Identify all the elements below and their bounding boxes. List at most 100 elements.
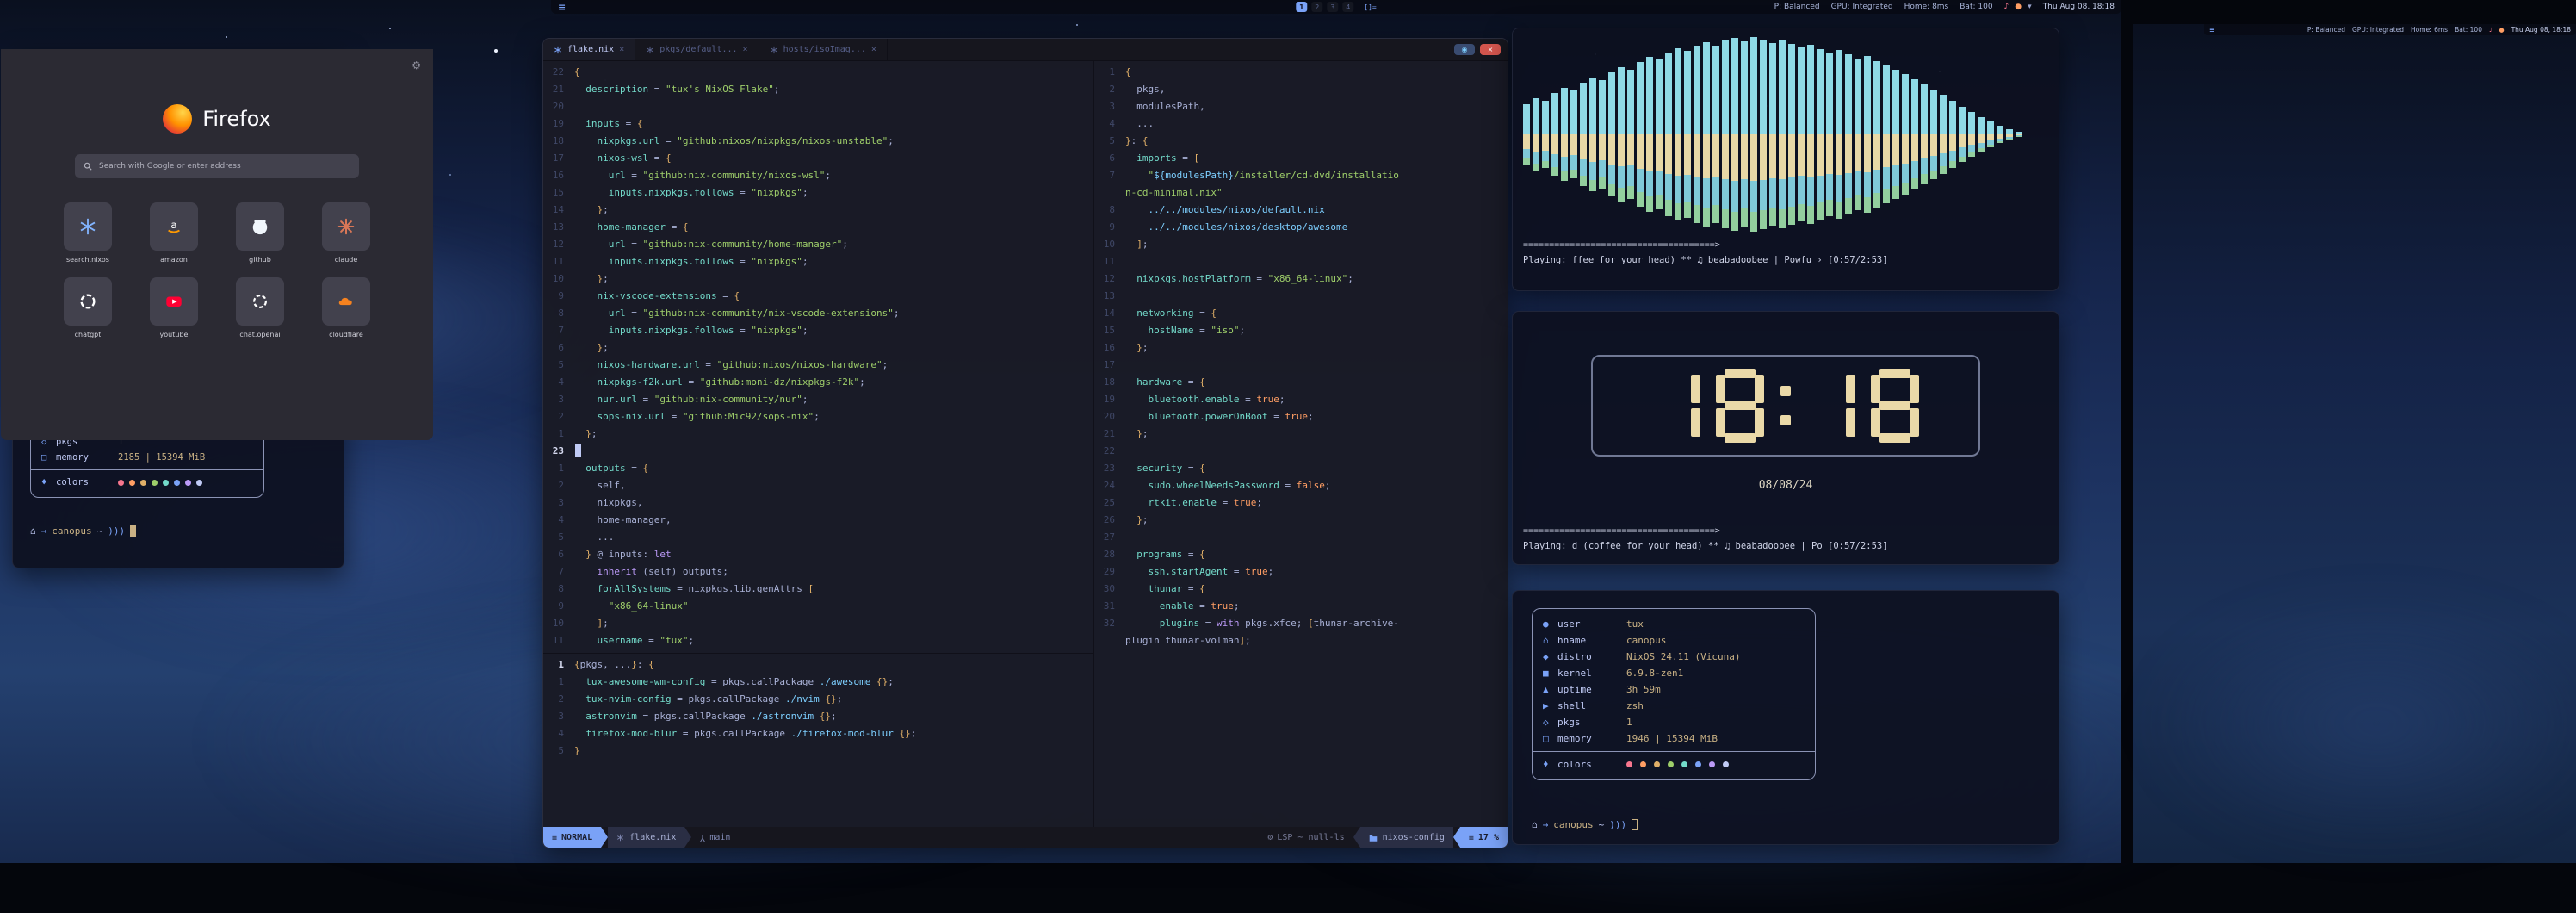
cava-bar <box>1817 49 1824 220</box>
line-number: 14 <box>543 202 574 219</box>
workspace-button-1[interactable]: 1 <box>1296 2 1307 12</box>
tab-close-icon[interactable]: × <box>871 45 876 54</box>
line-number: 13 <box>543 219 574 236</box>
cava-bar <box>1551 93 1558 176</box>
code-line: 8 url = "github:nix-community/nix-vscode… <box>543 305 1093 322</box>
shortcut-claude[interactable]: claude <box>303 202 389 264</box>
menu-icon[interactable]: ≡ <box>2209 26 2214 34</box>
editor-pane-flake[interactable]: 22{21 description = "tux's NixOS Flake";… <box>543 61 1093 653</box>
code-line: 1{pkgs, ...}: { <box>543 656 1093 674</box>
cava-bar <box>1580 83 1587 186</box>
mode-icon: ≡ <box>552 833 557 842</box>
line-number: 16 <box>1094 339 1125 357</box>
shortcut-search-nixos[interactable]: search.nixos <box>45 202 131 264</box>
fetch-value: 2185 | 15394 MiB <box>118 452 205 463</box>
shortcut-github[interactable]: github <box>217 202 303 264</box>
tab-flake-nix[interactable]: flake.nix × <box>543 39 635 60</box>
network-module: Home: 6ms <box>2411 26 2448 34</box>
line-number: 18 <box>543 133 574 150</box>
media-icon[interactable]: ♪ <box>2004 3 2009 11</box>
tab-close-icon[interactable]: × <box>619 45 624 54</box>
menu-icon[interactable]: ≡ <box>558 2 566 13</box>
layout-indicator[interactable]: []= <box>1364 3 1376 11</box>
tray-expand-icon[interactable]: ▾ <box>2028 3 2032 11</box>
fetch-colors-row: ♦colors <box>41 475 253 490</box>
line-number: 23 <box>1094 460 1125 477</box>
line-number: 19 <box>1094 391 1125 408</box>
workspace-button-4[interactable]: 4 <box>1342 2 1353 12</box>
shortcut-amazon[interactable]: a amazon <box>131 202 217 264</box>
editor-window[interactable]: flake.nix × pkgs/default... × hosts/isoI… <box>542 38 1508 848</box>
track-progress: =====================================> <box>1523 526 2048 536</box>
palette-dot <box>1626 761 1632 767</box>
workspace-button-3[interactable]: 3 <box>1327 2 1338 12</box>
prompt-path: ~ <box>97 525 103 537</box>
workspace-button-2[interactable]: 2 <box>1311 2 1322 12</box>
cava-bar <box>1694 46 1700 223</box>
shell-prompt[interactable]: ⌂→canopus~))) <box>1532 819 1638 830</box>
media-icon[interactable]: ♪ <box>2489 27 2492 34</box>
fetch-value: 1946 | 15394 MiB <box>1626 733 1718 744</box>
power-profile-module: P: Balanced <box>2307 26 2345 34</box>
palette-dot <box>140 480 146 486</box>
fetch-terminal-window[interactable]: ●usertux⌂hnamecanopus◆distroNixOS 24.11 … <box>1512 590 2059 845</box>
fetch-box: ●usertux⌂hnamecanopus◆distroNixOS 24.11 … <box>1532 608 1816 780</box>
chatgpt-icon <box>78 292 97 311</box>
code-line: 24 sudo.wheelNeedsPassword = false; <box>1094 477 1508 494</box>
tab-pkgs-default[interactable]: pkgs/default... × <box>635 39 759 60</box>
line-number: 6 <box>543 339 574 357</box>
clock-window[interactable]: 08/08/24 ===============================… <box>1512 311 2059 565</box>
cursor <box>575 444 581 456</box>
battery-module: Bat: 100 <box>2455 26 2482 34</box>
fetch-label: shell <box>1557 700 1626 711</box>
code-line: 2 pkgs, <box>1094 81 1508 98</box>
line-number: 20 <box>1094 408 1125 425</box>
cava-bar <box>1750 37 1757 232</box>
cava-bar <box>1959 107 1966 162</box>
file-segment: flake.nix <box>608 827 684 848</box>
firefox-window[interactable]: New Tab + — □ × ← → ↻ Search with Google… <box>0 0 434 441</box>
shortcut-chatgpt[interactable]: chatgpt <box>45 277 131 338</box>
status-dot-icon[interactable]: ● <box>2499 27 2504 34</box>
line-number: 21 <box>543 81 574 98</box>
status-dot-icon[interactable]: ● <box>2015 3 2022 11</box>
line-number: 1 <box>1094 64 1125 81</box>
line-number: 2 <box>1094 81 1125 98</box>
shortcut-youtube[interactable]: youtube <box>131 277 217 338</box>
code-line: 29 ssh.startAgent = true; <box>1094 563 1508 581</box>
code-line: 16 }; <box>1094 339 1508 357</box>
editor-close-button[interactable]: × <box>1480 44 1501 55</box>
cava-bar <box>1855 59 1861 210</box>
cava-bar <box>1892 70 1899 199</box>
personalize-gear-icon[interactable]: ⚙ <box>412 59 421 71</box>
editor-toggle-button[interactable]: ◉ <box>1454 44 1475 55</box>
visualizer-window[interactable]: =====================================> P… <box>1512 28 2059 291</box>
code-line: 12 url = "github:nix-community/home-mana… <box>543 236 1093 253</box>
shell-prompt[interactable]: ⌂→canopus~))) <box>30 525 331 537</box>
cava-bar <box>1684 51 1691 218</box>
fetch-row: ◆distroNixOS 24.11 (Vicuna) <box>1543 649 1805 665</box>
line-number: 25 <box>1094 494 1125 512</box>
line-number: 4 <box>543 512 574 529</box>
newtab-search-input[interactable]: Search with Google or enter address <box>75 154 359 178</box>
editor-pane-pkgs-default[interactable]: 1{pkgs, ...}: {1 tux-awesome-wm-config =… <box>543 653 1093 827</box>
cloudflare-icon <box>336 292 356 311</box>
line-number: 23 <box>543 443 574 460</box>
network-module: Home: 8ms <box>1904 3 1949 11</box>
cava-bar <box>1940 95 1947 174</box>
powerline-separator <box>1353 827 1360 848</box>
terminal-cursor <box>1632 819 1638 830</box>
tab-hosts-isoimage[interactable]: hosts/isoImag... × <box>759 39 888 60</box>
shortcut-label: amazon <box>160 256 188 264</box>
editor-pane-isoimage[interactable]: 1{2 pkgs,3 modulesPath,4 ...5}: {6 impor… <box>1094 61 1508 827</box>
shortcut-cloudflare[interactable]: cloudflare <box>303 277 389 338</box>
code-line: 9 "x86_64-linux" <box>543 598 1093 615</box>
code-line: 4 home-manager, <box>543 512 1093 529</box>
tab-close-icon[interactable]: × <box>743 45 748 54</box>
distro-icon: ◆ <box>1543 651 1557 662</box>
code-line: 1 outputs = { <box>543 460 1093 477</box>
tab-label: pkgs/default... <box>659 45 737 54</box>
cava-bar <box>1769 43 1776 226</box>
project-segment: nixos-config <box>1360 827 1453 848</box>
shortcut-chat-openai[interactable]: chat.openai <box>217 277 303 338</box>
